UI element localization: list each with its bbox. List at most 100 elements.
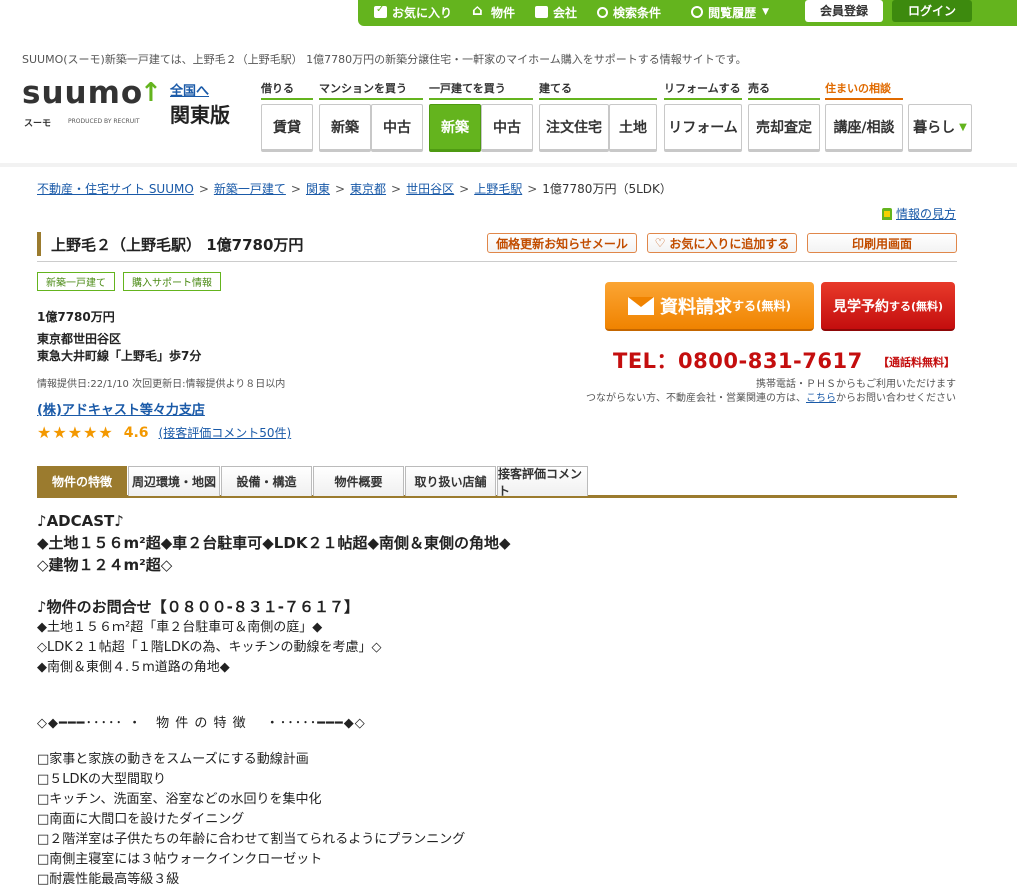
nav-category-house: 一戸建てを買う [429,80,533,100]
content-text: ◆南側＆東側４.５m道路の角地◆ [37,660,230,675]
history-link[interactable]: 閲覧履歴 ▼ [691,3,769,21]
feature-item: □家事と家族の動きをスムーズにする動線計画 [37,752,309,767]
phone-note-mobile: 携帯電話・ＰＨＳからもご利用いただけます [756,379,956,390]
company-link[interactable]: 会社 [535,3,577,21]
nav-category-reform: リフォームする [664,80,742,100]
howto-link[interactable]: 情報の見方 [882,205,956,222]
content-heading-inquiry: ♪物件のお問合せ【０８００-８３１-７６１７】 [37,598,360,616]
search-icon [597,6,609,18]
site-description: SUUMO(スーモ)新築一戸建ては、上野毛２（上野毛駅） 1億7780万円の新築… [22,53,747,66]
property-access: 東急大井町線「上野毛」歩7分 [37,349,202,363]
nav-category-build: 建てる [539,80,657,100]
nav-house-new-button[interactable]: 新築 [429,104,481,152]
breadcrumb-link-kanto[interactable]: 関東 [306,182,330,196]
breadcrumb: 不動産・住宅サイト SUUMO > 新築一戸建て > 関東 > 東京都 > 世田谷区 > 上野毛駅 >… [37,182,672,196]
caret-down-icon: ▼ [959,121,967,133]
breadcrumb-current: 1億7780万円（5LDK） [542,182,672,196]
add-favorite-button[interactable]: ♡ お気に入りに追加する [647,233,797,253]
request-documents-button[interactable]: 資料請求 する(無料) [605,282,814,331]
header-divider [0,163,1017,167]
contact-here-link[interactable]: こちら [806,393,836,404]
suumo-logo[interactable]: suumo ↑ スーモ PRODUCED BY RECRUIT [22,75,162,129]
nav-rent-button[interactable]: 賃貸 [261,104,313,152]
property-link[interactable]: 物件 [472,1,515,21]
tag-new-house: 新築一戸建て [37,272,115,291]
howto-link-text[interactable]: 情報の見方 [896,205,956,222]
content-heading-highlights: ◆土地１５６m²超◆車２台駐車可◆LDK２１帖超◆南側＆東側の角地◆ [37,534,511,552]
property-location: 東京都世田谷区 東急大井町線「上野毛」歩7分 [37,331,201,365]
tab-store[interactable]: 取り扱い店舗 [405,466,496,496]
feature-item: □耐震性能最高等級３級 [37,872,180,887]
tab-overview[interactable]: 物件概要 [313,466,404,496]
feature-item: □南側主寝室には３帖ウォークインクローゼット [37,852,323,867]
logo-wordmark: suumo [22,75,144,111]
agent-link[interactable]: (株)アドキャスト等々力支店 [37,399,205,418]
content-heading-building: ◇建物１２４m²超◇ [37,556,173,574]
features-content: ♪ADCAST♪ ◆土地１５６m²超◆車２台駐車可◆LDK２１帖超◆南側＆東側の… [37,510,957,890]
logo-kana: スーモ [24,119,52,129]
tab-reviews[interactable]: 接客評価コメント [497,466,588,498]
favorites-icon [374,4,387,18]
top-bar: お気に入り 物件 会社 検索条件 閲覧履歴▼ 会員登録 ログイン [0,0,1017,32]
content-heading-brand: ♪ADCAST♪ [37,512,124,530]
nav-land-button[interactable]: 土地 [609,104,657,152]
top-links: お気に入り 物件 会社 検索条件 閲覧履歴▼ [374,1,789,21]
chevron-down-icon: ▼ [762,7,769,17]
favorites-link[interactable]: お気に入り [374,3,452,21]
features-divider: ◇◆━━━･････ ・ 物 件 の 特 徴 ・･････━━━◆◇ [37,716,366,731]
feature-item: □５LDKの大型間取り [37,772,167,787]
house-icon [472,1,486,19]
nav-consult-button[interactable]: 講座/相談 [825,104,903,152]
nav-category-consult: 住まいの相談 [825,80,903,100]
breadcrumb-link-new-house[interactable]: 新築一戸建て [214,182,286,196]
beginner-mark-icon [882,207,892,220]
heart-icon: ♡ [654,236,666,250]
nav-house-used-button[interactable]: 中古 [481,104,533,152]
price-alert-mail-button[interactable]: 価格更新お知らせメール [487,233,637,253]
search-conditions-link[interactable]: 検索条件 [597,3,661,21]
property-tabs: 物件の特徴 周辺環境・地図 設備・構造 物件概要 取り扱い店舗 接客評価コメント [37,466,957,498]
feature-item: □２階洋室は子供たちの年齢に合わせて割当てられるようにプランニング [37,832,466,847]
clock-icon [691,6,704,18]
phone-number: TEL：0800-831-7617 [613,349,863,373]
region-name: 関東版 [170,103,230,127]
nav-reform-button[interactable]: リフォーム [664,104,742,152]
feature-item: □キッチン、洗面室、浴室などの水回りを集中化 [37,792,322,807]
content-text: ◆土地１５６ｍ²超「車２台駐車可＆南側の庭」◆ [37,620,323,635]
tab-surroundings-map[interactable]: 周辺環境・地図 [128,466,220,496]
tab-features[interactable]: 物件の特徴 [37,466,127,496]
rating-comments-link[interactable]: (接客評価コメント50件) [159,424,292,441]
rating-score: 4.6 [123,424,149,441]
rating-stars: ★★★★★ [37,423,114,442]
title-accent-bar [37,232,41,256]
breadcrumb-link-station[interactable]: 上野毛駅 [474,182,522,196]
property-address: 東京都世田谷区 [37,332,122,346]
tag-purchase-support: 購入サポート情報 [123,272,221,291]
nav-mansion-new-button[interactable]: 新築 [319,104,371,152]
nav-appraisal-button[interactable]: 売却査定 [748,104,820,152]
logo-recruit: PRODUCED BY RECRUIT [68,118,140,125]
nav-living-button[interactable]: 暮らし ▼ [908,104,972,152]
login-button[interactable]: ログイン [892,0,972,22]
feature-item: □南面に大間口を設けたダイニング [37,812,245,827]
company-icon [535,6,549,18]
property-title: 上野毛２（上野毛駅） 1億7780万円 [51,236,304,254]
member-register-button[interactable]: 会員登録 [805,0,883,22]
breadcrumb-link-setagaya[interactable]: 世田谷区 [406,182,454,196]
toll-free-label: 【通話料無料】 [878,356,955,369]
breadcrumb-link-top[interactable]: 不動産・住宅サイト SUUMO [37,182,194,196]
tab-facilities[interactable]: 設備・構造 [221,466,312,496]
nav-mansion-used-button[interactable]: 中古 [371,104,423,152]
content-text: ◇LDK２１帖超「１階LDKの為、キッチンの動線を考慮」◇ [37,640,382,655]
logo-arrow-icon: ↑ [140,78,162,108]
nav-custom-home-button[interactable]: 注文住宅 [539,104,609,152]
info-date: 情報提供日:22/1/10 次回更新日:情報提供より８日以内 [37,379,286,390]
print-view-button[interactable]: 印刷用画面 [807,233,957,253]
agent-rating: ★★★★★ 4.6 (接客評価コメント50件) [37,423,291,442]
nav-category-sell: 売る [748,80,820,100]
envelope-icon [628,296,654,315]
book-visit-button[interactable]: 見学予約 する(無料) [821,282,955,331]
nav-category-mansion: マンションを買う [319,80,423,100]
breadcrumb-link-tokyo[interactable]: 東京都 [350,182,386,196]
all-regions-link[interactable]: 全国へ [170,80,230,99]
